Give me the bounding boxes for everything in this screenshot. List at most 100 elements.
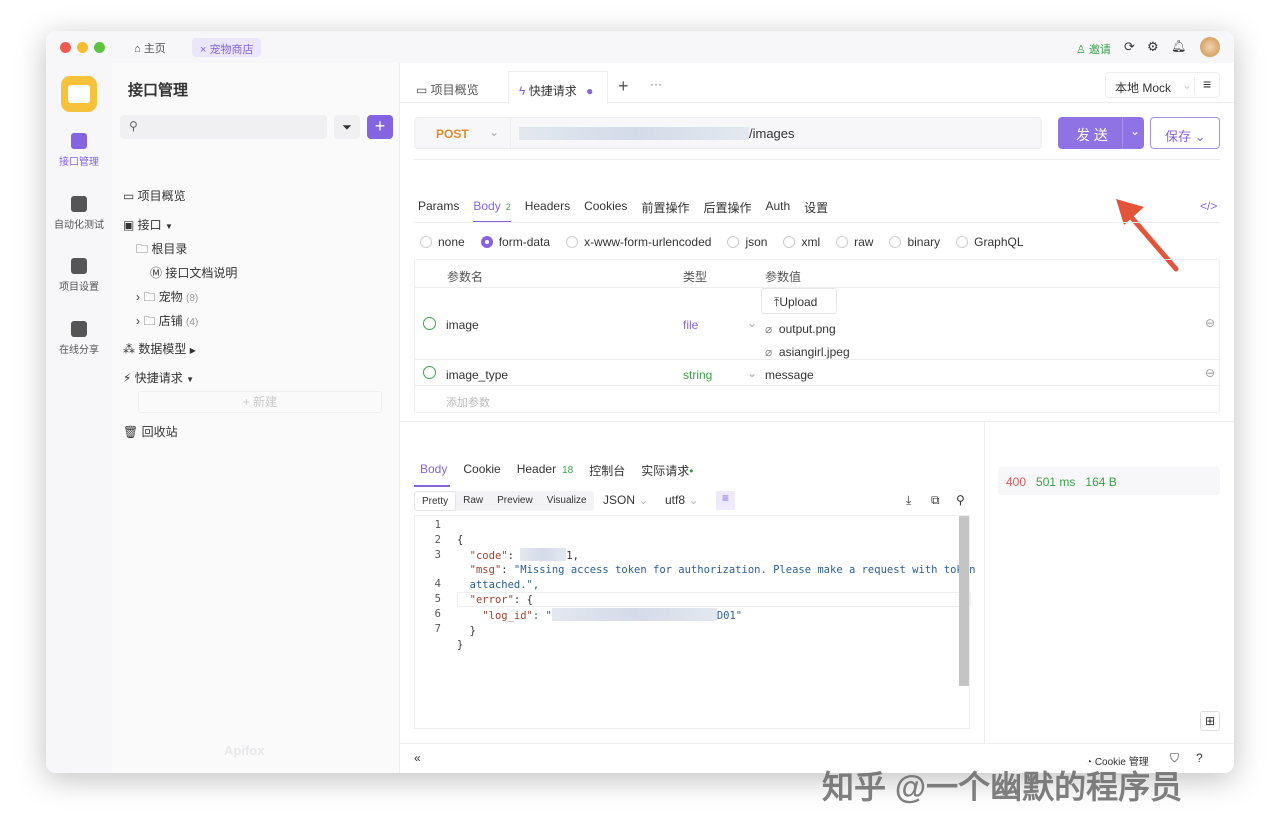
line-number: 1 bbox=[434, 519, 441, 531]
search-icon: ⚲ bbox=[129, 119, 138, 133]
view-mode-visualize[interactable]: Visualize bbox=[540, 491, 594, 511]
count-badge: 2 bbox=[505, 202, 511, 212]
body-type-radio[interactable]: none bbox=[420, 235, 465, 249]
tree-item-api[interactable]: ▣ 接口 ▼ bbox=[123, 216, 173, 233]
invite-button[interactable]: ♙ 邀请 bbox=[1076, 41, 1111, 57]
response-editor[interactable]: 1 2 3 45 6 7 { "code": 1, "msg": "Missing acc… bbox=[414, 515, 975, 729]
method-select[interactable]: POST ⌄ bbox=[415, 118, 511, 148]
add-button[interactable]: + bbox=[367, 115, 393, 139]
new-tab-button[interactable]: + bbox=[618, 76, 629, 97]
rail-item-share[interactable]: 在线分享 bbox=[46, 321, 112, 356]
file-item[interactable]: ⌀ asiangirl.jpeg bbox=[765, 345, 850, 359]
chevron-down-icon[interactable]: ⌄ bbox=[1122, 117, 1140, 149]
response-tab[interactable]: Cookie bbox=[463, 462, 500, 479]
view-mode-toggle: Pretty Raw Preview Visualize bbox=[414, 491, 594, 511]
filter-button[interactable]: ⏷ bbox=[334, 115, 360, 139]
param-type[interactable]: file bbox=[683, 318, 698, 332]
menu-icon[interactable]: ≡ bbox=[1194, 76, 1211, 94]
param-value[interactable]: message bbox=[765, 368, 814, 382]
file-item[interactable]: ⌀ output.png bbox=[765, 322, 836, 336]
rail-item-automation[interactable]: 自动化测试 bbox=[46, 196, 112, 231]
tree-item-pets[interactable]: › 🗀 宠物 (8) bbox=[136, 288, 198, 309]
send-button[interactable]: 发 送 ⌄ bbox=[1058, 117, 1144, 149]
project-tab[interactable]: × 宠物商店 bbox=[192, 38, 262, 57]
request-tab[interactable]: Params bbox=[418, 199, 459, 223]
home-tab[interactable]: ⌂ 主页 bbox=[134, 40, 166, 56]
minimize-window-button[interactable] bbox=[77, 42, 88, 53]
add-param-input[interactable]: 添加参数 bbox=[446, 394, 490, 410]
line-number: 7 bbox=[434, 622, 441, 635]
tree-item-root[interactable]: 🗀 根目录 bbox=[136, 240, 187, 261]
body-type-radio[interactable]: json bbox=[727, 235, 767, 249]
search-icon[interactable]: ⚲ bbox=[956, 493, 965, 507]
body-type-radio[interactable]: binary bbox=[889, 235, 940, 249]
gear-icon[interactable]: ⚙ bbox=[1147, 39, 1159, 55]
param-type[interactable]: string bbox=[683, 368, 712, 382]
rail-item-api-management[interactable]: 接口管理 bbox=[46, 133, 112, 168]
request-tab[interactable]: 设置 bbox=[804, 199, 828, 223]
tree-item-models[interactable]: ⁂ 数据模型 ▶ bbox=[123, 340, 196, 357]
encoding-select[interactable]: utf8 ⌄ bbox=[665, 493, 698, 507]
request-tab[interactable]: Cookies bbox=[584, 199, 627, 223]
tab-overview[interactable]: ▭ 项目概览 bbox=[416, 81, 479, 98]
view-mode-raw[interactable]: Raw bbox=[456, 491, 490, 511]
share-icon bbox=[71, 321, 87, 337]
check-icon[interactable] bbox=[423, 366, 436, 379]
code-icon[interactable]: </> bbox=[1200, 199, 1217, 213]
bell-icon[interactable]: 🔔︎ bbox=[1171, 39, 1186, 53]
new-button[interactable]: + 新建 bbox=[138, 391, 382, 413]
response-json: { "code": 1, "msg": "Missing access toke… bbox=[457, 533, 976, 652]
maximize-window-button[interactable] bbox=[94, 42, 105, 53]
response-tab[interactable]: 控制台 bbox=[589, 462, 625, 479]
body-type-radios: none form-data x-www-form-urlencoded json xm… bbox=[420, 235, 1024, 249]
response-tab[interactable]: Body bbox=[420, 462, 447, 479]
view-mode-pretty[interactable]: Pretty bbox=[414, 491, 457, 511]
line-number: 6 bbox=[434, 607, 441, 620]
body-type-radio[interactable]: form-data bbox=[480, 235, 550, 249]
copy-icon[interactable]: ⧉ bbox=[931, 493, 940, 508]
tree-item-doc[interactable]: Ⓜ 接口文档说明 bbox=[150, 264, 237, 281]
body-type-radio[interactable]: raw bbox=[836, 235, 873, 249]
tree-item-shops[interactable]: › 🗀 店铺 (4) bbox=[136, 312, 198, 333]
request-tab[interactable]: Headers bbox=[525, 199, 570, 223]
sync-icon[interactable]: ⟳ bbox=[1124, 39, 1135, 55]
remove-icon[interactable]: ⊖ bbox=[1205, 366, 1215, 380]
remove-icon[interactable]: ⊖ bbox=[1205, 316, 1215, 330]
tree-item-overview[interactable]: ▭ 项目概览 bbox=[123, 187, 186, 204]
user-add-icon: ♙ bbox=[1076, 44, 1089, 56]
layout-icon[interactable]: ⊞ bbox=[1200, 711, 1220, 731]
body-type-radio[interactable]: GraphQL bbox=[956, 235, 1024, 249]
tab-quick-request[interactable]: ϟ 快捷请求 ● bbox=[508, 71, 608, 104]
check-icon[interactable] bbox=[423, 317, 436, 330]
response-tab[interactable]: Header 18 bbox=[517, 462, 573, 479]
more-icon[interactable]: ··· bbox=[650, 77, 662, 91]
view-mode-preview[interactable]: Preview bbox=[490, 491, 540, 511]
environment-select[interactable]: 本地 Mock ⌄ ≡ bbox=[1105, 72, 1220, 98]
wrap-icon[interactable]: ≡ bbox=[716, 491, 735, 510]
close-window-button[interactable] bbox=[60, 42, 71, 53]
help-icon[interactable]: ? bbox=[1196, 751, 1203, 765]
url-input[interactable]: /images bbox=[519, 126, 795, 141]
request-tab[interactable]: Body 2 bbox=[473, 199, 511, 223]
tree-item-quick[interactable]: ⚡︎ 快捷请求 ▼ bbox=[123, 369, 194, 386]
upload-button[interactable]: ⤒Upload bbox=[761, 288, 837, 314]
param-name[interactable]: image_type bbox=[446, 368, 508, 382]
download-icon[interactable]: ⤓ bbox=[906, 493, 911, 508]
request-tab[interactable]: 前置操作 bbox=[641, 199, 689, 223]
request-tab[interactable]: 后置操作 bbox=[703, 199, 751, 223]
format-select[interactable]: JSON ⌄ bbox=[603, 493, 648, 507]
body-type-radio[interactable]: xml bbox=[783, 235, 820, 249]
avatar[interactable] bbox=[1200, 37, 1220, 57]
save-button[interactable]: 保存 ⌄ bbox=[1150, 117, 1220, 149]
scrollbar[interactable] bbox=[959, 516, 969, 686]
tree-item-trash[interactable]: 🗑︎ 回收站 bbox=[123, 423, 178, 440]
request-tab[interactable]: Auth bbox=[765, 199, 790, 223]
search-input[interactable]: ⚲ bbox=[120, 115, 327, 139]
body-type-radio[interactable]: x-www-form-urlencoded bbox=[566, 235, 711, 249]
paperclip-icon: ⌀ bbox=[765, 322, 776, 336]
response-tab[interactable]: 实际请求• bbox=[641, 462, 693, 479]
param-name[interactable]: image bbox=[446, 318, 479, 332]
collapse-icon[interactable]: « bbox=[414, 751, 421, 765]
rail-item-project-settings[interactable]: 项目设置 bbox=[46, 258, 112, 293]
radio-icon bbox=[420, 236, 432, 248]
